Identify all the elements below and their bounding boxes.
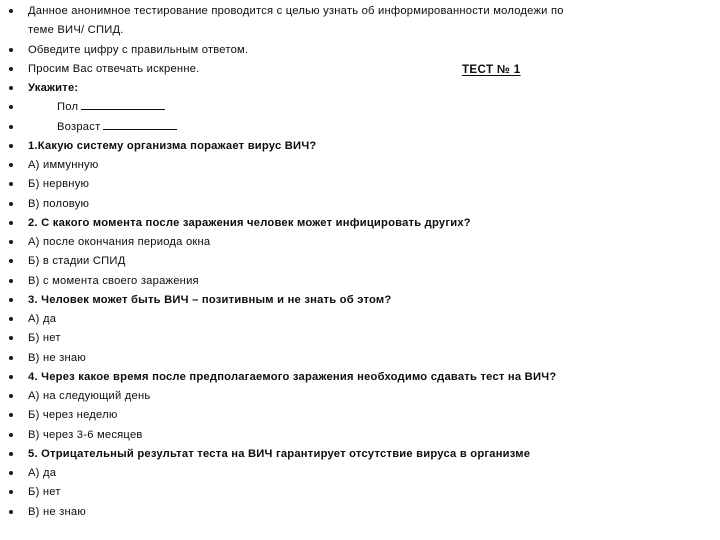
bullet-icon xyxy=(9,66,13,71)
line-text-q1-v: В) половую xyxy=(28,197,90,210)
slide-line-ukazhite: Укажите: xyxy=(0,79,720,98)
line-text-q4: 4. Через какое время после предполагаемо… xyxy=(28,370,557,383)
slide-line-q3-v: В) не знаю xyxy=(0,349,720,368)
line-text-q5-v: В) не знаю xyxy=(28,505,86,518)
slide-line-q2: 2. С какого момента после заражения чело… xyxy=(0,214,720,233)
bullet-icon xyxy=(9,143,13,148)
line-text-intro-1-cont: теме ВИЧ/ СПИД. xyxy=(28,24,124,37)
bullet-icon xyxy=(9,278,13,283)
bullet-icon xyxy=(9,394,13,398)
line-text-q3-a: А) да xyxy=(28,313,57,325)
test-title-heading: ТЕСТ № 1 xyxy=(462,62,521,76)
bullet-icon xyxy=(9,471,13,475)
slide-line-q4: 4. Через какое время после предполагаемо… xyxy=(0,368,720,387)
line-text-q1-a: А) иммунную xyxy=(28,159,99,171)
slide-line-q2-v: В) с момента своего заражения xyxy=(0,272,720,291)
line-text-q4-v: В) через 3-6 месяцев xyxy=(28,428,143,441)
slide-line-field-vozrast: Возраст xyxy=(0,118,720,137)
bullet-icon xyxy=(9,355,13,360)
bullet-icon xyxy=(9,163,13,167)
slide-line-field-pol: Пол xyxy=(0,98,720,117)
line-text-q2-a: А) после окончания периода окна xyxy=(28,236,211,248)
line-text-q1-b: Б) нервную xyxy=(28,178,90,191)
slide-line-intro-1: Данное анонимное тестирование проводится… xyxy=(0,2,720,21)
slide-line-q4-b: Б) через неделю xyxy=(0,406,720,425)
bullet-icon xyxy=(9,297,13,302)
slide-line-intro-2: Обведите цифру с правильным ответом. xyxy=(0,41,720,60)
bullet-icon xyxy=(9,240,13,244)
line-text-field-pol: Пол xyxy=(57,98,166,117)
bullet-icon xyxy=(9,9,13,13)
line-text-q5: 5. Отрицательный результат теста на ВИЧ … xyxy=(28,447,531,460)
slide-line-q3-b: Б) нет xyxy=(0,329,720,348)
line-text-q2: 2. С какого момента после заражения чело… xyxy=(28,216,471,229)
bullet-icon xyxy=(9,124,13,129)
slide-line-q5: 5. Отрицательный результат теста на ВИЧ … xyxy=(0,445,720,464)
line-text-q4-a: А) на следующий день xyxy=(28,390,151,402)
bullet-icon xyxy=(9,259,13,264)
line-text-field-vozrast: Возраст xyxy=(57,118,178,137)
line-text-intro-2: Обведите цифру с правильным ответом. xyxy=(28,43,249,56)
slide-line-q1-a: А) иммунную xyxy=(0,156,720,175)
slide-line-q4-v: В) через 3-6 месяцев xyxy=(0,426,720,445)
line-text-intro-3: Просим Вас отвечать искренне. xyxy=(28,62,200,75)
bullet-icon xyxy=(9,374,13,379)
slide-line-q2-b: Б) в стадии СПИД xyxy=(0,252,720,271)
bullet-icon xyxy=(9,317,13,321)
slide-line-q1: 1.Какую систему организма поражает вирус… xyxy=(0,137,720,156)
fill-in-blank-field-vozrast[interactable] xyxy=(103,118,178,130)
bullet-icon xyxy=(9,201,13,206)
line-text-q3: 3. Человек может быть ВИЧ – позитивным и… xyxy=(28,293,392,306)
line-text-q3-v: В) не знаю xyxy=(28,351,86,364)
line-text-ukazhite: Укажите: xyxy=(28,82,79,94)
line-text-q1: 1.Какую систему организма поражает вирус… xyxy=(28,139,317,152)
slide-line-q5-v: В) не знаю xyxy=(0,503,720,522)
bullet-icon xyxy=(9,509,13,514)
slide-canvas: Данное анонимное тестирование проводится… xyxy=(0,0,720,540)
fill-in-blank-field-pol[interactable] xyxy=(81,98,166,111)
bullet-icon xyxy=(9,432,13,437)
slide-line-intro-3: Просим Вас отвечать искренне. ТЕСТ № 1 xyxy=(0,60,720,79)
slide-line-q4-a: А) на следующий день xyxy=(0,387,720,406)
line-text-q2-b: Б) в стадии СПИД xyxy=(28,255,126,268)
bullet-icon xyxy=(9,182,13,187)
line-text-q4-b: Б) через неделю xyxy=(28,409,118,422)
bullet-icon xyxy=(9,413,13,418)
line-text-q5-a: А) да xyxy=(28,467,57,479)
line-text-q3-b: Б) нет xyxy=(28,332,61,345)
slide-line-q5-b: Б) нет xyxy=(0,483,720,502)
bullet-icon xyxy=(9,47,13,52)
slide-line-intro-1-cont: теме ВИЧ/ СПИД. xyxy=(0,21,720,40)
bullet-icon xyxy=(9,105,13,110)
bullet-icon xyxy=(9,451,13,456)
slide-line-q3-a: А) да xyxy=(0,310,720,329)
line-text-q5-b: Б) нет xyxy=(28,486,61,499)
slide-line-q2-a: А) после окончания периода окна xyxy=(0,233,720,252)
slide-line-q3: 3. Человек может быть ВИЧ – позитивным и… xyxy=(0,291,720,310)
bullet-icon xyxy=(9,490,13,495)
slide-line-q1-b: Б) нервную xyxy=(0,175,720,194)
slide-line-q1-v: В) половую xyxy=(0,195,720,214)
slide-line-q5-a: А) да xyxy=(0,464,720,483)
bullet-icon xyxy=(9,336,13,341)
bullet-icon xyxy=(9,86,13,90)
line-text-intro-1: Данное анонимное тестирование проводится… xyxy=(28,5,564,17)
bullet-icon xyxy=(9,220,13,225)
line-text-q2-v: В) с момента своего заражения xyxy=(28,274,199,287)
